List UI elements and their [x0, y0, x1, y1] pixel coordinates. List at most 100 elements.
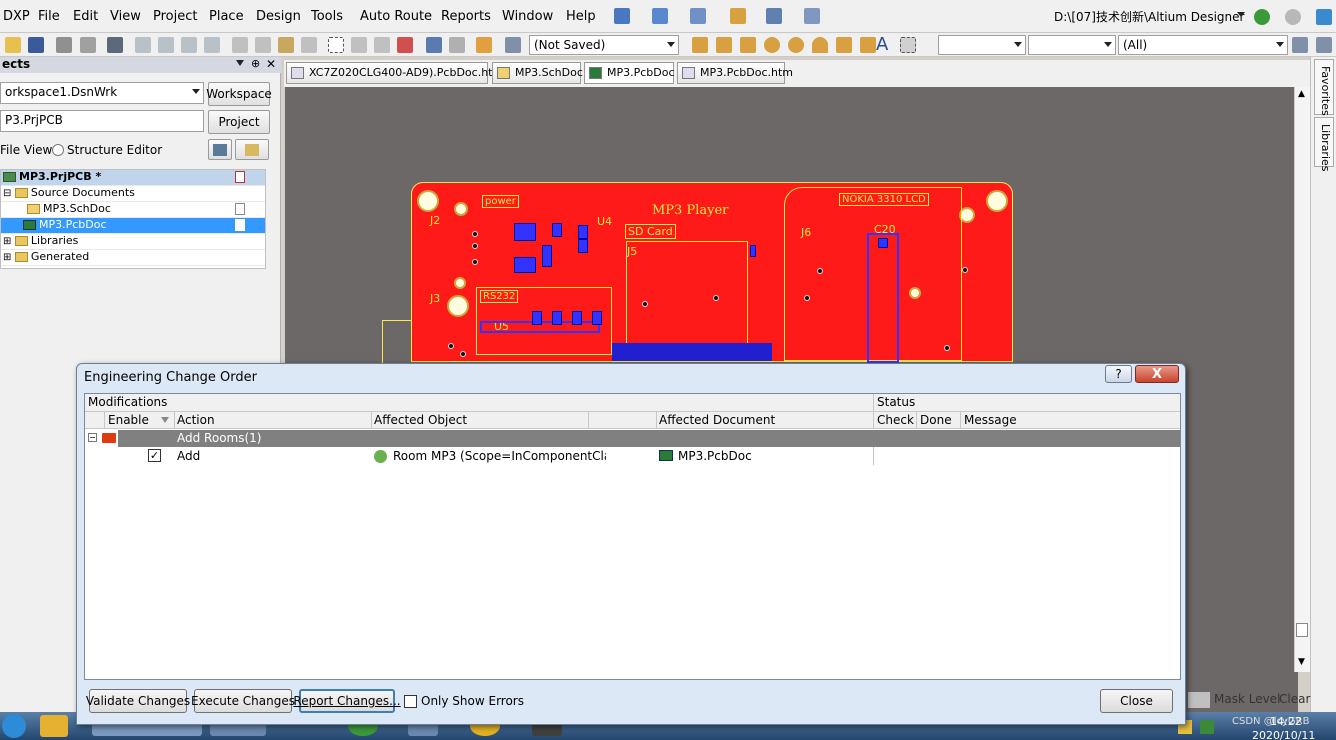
tree-item-project[interactable]: MP3.PrjPCB * [1, 170, 265, 186]
tree-item-schdoc[interactable]: MP3.SchDoc [1, 202, 265, 218]
clear-filter-icon[interactable] [397, 37, 413, 53]
menu-project[interactable]: Project [153, 9, 197, 24]
back-icon[interactable] [1254, 9, 1270, 25]
open-icon[interactable] [5, 37, 21, 53]
menu-help[interactable]: Help [566, 9, 596, 24]
browse-components-icon[interactable] [505, 37, 521, 53]
message-column-header[interactable]: Message [964, 413, 1017, 427]
scroll-up-icon[interactable]: ▲ [1298, 89, 1305, 99]
close-window-button[interactable]: X [1135, 365, 1179, 383]
menu-place[interactable]: Place [209, 9, 244, 24]
tray-icon[interactable] [1200, 720, 1214, 734]
menu-dxp[interactable]: DXP [3, 9, 30, 24]
grid-tool-icon[interactable] [804, 8, 820, 24]
menu-file[interactable]: File [38, 9, 60, 24]
polygon-icon[interactable] [860, 37, 876, 53]
undo-icon[interactable] [426, 37, 442, 53]
help-button[interactable]: ? [1105, 365, 1132, 383]
clear-all-icon[interactable] [1316, 37, 1332, 53]
select-area-icon[interactable] [328, 37, 344, 53]
clock-date[interactable]: 2020/10/11 [1252, 729, 1315, 740]
all-filter-combo[interactable]: (All) [1118, 35, 1288, 55]
copy-icon[interactable] [255, 37, 271, 53]
compile-button[interactable] [208, 139, 232, 160]
tab-mp3-schdoc[interactable]: MP3.SchDoc [492, 62, 583, 84]
workspace-button[interactable]: Workspace [206, 82, 272, 106]
menu-design[interactable]: Design [256, 9, 301, 24]
change-row[interactable]: ✓ Add Room MP3 (Scope=InComponentClass('… [85, 447, 1180, 465]
menu-reports[interactable]: Reports [441, 9, 491, 24]
file-view-radio[interactable]: File View [0, 143, 52, 157]
scroll-thumb[interactable] [1296, 623, 1308, 637]
enable-checkbox[interactable]: ✓ [148, 449, 161, 462]
collapse-icon[interactable]: − [88, 433, 97, 442]
affected-document-column-header[interactable]: Affected Document [659, 413, 775, 427]
align-tool-icon[interactable] [690, 8, 706, 24]
cut-icon[interactable] [232, 37, 248, 53]
deselect-icon[interactable] [374, 37, 390, 53]
options-button[interactable] [235, 139, 269, 160]
project-field[interactable]: P3.PrjPCB [0, 110, 204, 132]
group-row-add-rooms[interactable]: − Add Rooms(1) [85, 430, 1180, 447]
print-icon[interactable] [56, 37, 72, 53]
layers-icon[interactable] [107, 37, 123, 53]
close-button[interactable]: Close [1100, 689, 1173, 713]
action-column-header[interactable]: Action [177, 413, 215, 427]
only-show-errors-checkbox[interactable] [404, 695, 417, 708]
menu-view[interactable]: View [110, 9, 141, 24]
layer-scroll-icon[interactable] [1188, 692, 1210, 708]
zoom-fit-icon[interactable] [135, 37, 151, 53]
component-icon[interactable] [900, 37, 916, 53]
zoom-filter-icon[interactable] [204, 37, 220, 53]
execute-changes-button[interactable]: Execute Changes [191, 689, 295, 713]
print-preview-icon[interactable] [80, 37, 96, 53]
wire-tool-icon[interactable] [614, 8, 630, 24]
tab-mp3-pcbdoc-htm[interactable]: MP3.PcbDoc.htm [677, 62, 793, 84]
menu-tools[interactable]: Tools [311, 9, 343, 24]
workspace-combo[interactable]: orkspace1.DsnWrk [0, 82, 204, 104]
check-column-header[interactable]: Check [877, 413, 914, 427]
class-filter-combo[interactable] [1028, 35, 1116, 55]
tree-item-generated[interactable]: ⊞ Generated [1, 250, 265, 266]
paste-icon[interactable] [278, 37, 294, 53]
panel-menu-icon[interactable] [236, 60, 244, 66]
bus-tool-icon[interactable] [652, 8, 668, 24]
tree-item-libraries[interactable]: ⊞ Libraries [1, 234, 265, 250]
enable-column-header[interactable]: Enable [108, 413, 149, 427]
tab-mp3-pcbdoc[interactable]: MP3.PcbDoc [584, 62, 675, 84]
diff-pair-icon[interactable] [716, 37, 732, 53]
favorites-tab[interactable]: Favorites [1314, 59, 1334, 116]
tab-xc7z020-htm[interactable]: XC7Z020CLG400-AD9).PcbDoc.htm [286, 62, 503, 84]
affected-object-column-header[interactable]: Affected Object [374, 413, 467, 427]
structure-editor-radio[interactable] [52, 144, 64, 156]
menu-edit[interactable]: Edit [73, 9, 98, 24]
pcb-board[interactable]: J2 J3 power MP3 Player SD Card J5 U4 NOK… [411, 182, 1013, 363]
pad-icon[interactable] [764, 37, 780, 53]
tree-item-source-documents[interactable]: ⊟ Source Documents [1, 186, 265, 202]
variant-combo[interactable]: (Not Saved) [529, 35, 679, 55]
clear-button[interactable]: Clear [1279, 692, 1310, 706]
apply-filter-icon[interactable] [1292, 37, 1308, 53]
ruler-tool-icon[interactable] [730, 8, 746, 24]
taskbar-app-icon[interactable] [40, 715, 68, 737]
redo-icon[interactable] [449, 37, 465, 53]
home-icon[interactable] [1316, 9, 1332, 25]
string-icon[interactable]: A [876, 34, 888, 55]
forward-icon[interactable] [1285, 9, 1301, 25]
multi-route-icon[interactable] [740, 37, 756, 53]
room-tool-icon[interactable] [766, 8, 782, 24]
report-changes-button[interactable]: Report Changes... [293, 689, 401, 713]
menu-auto-route[interactable]: Auto Route [360, 9, 432, 24]
project-button[interactable]: Project [208, 110, 270, 134]
zoom-selected-icon[interactable] [181, 37, 197, 53]
save-icon[interactable] [28, 37, 44, 53]
arc-icon[interactable] [812, 37, 828, 53]
tree-item-pcbdoc[interactable]: MP3.PcbDoc [1, 218, 265, 234]
zoom-area-icon[interactable] [158, 37, 174, 53]
net-filter-combo[interactable] [938, 35, 1026, 55]
crossprobe-icon[interactable] [476, 37, 492, 53]
libraries-tab[interactable]: Libraries [1314, 117, 1334, 172]
fill-icon[interactable] [836, 37, 852, 53]
canvas-vertical-scrollbar[interactable]: ▲ ▼ [1294, 87, 1310, 672]
validate-changes-button[interactable]: Validate Changes [86, 689, 190, 713]
